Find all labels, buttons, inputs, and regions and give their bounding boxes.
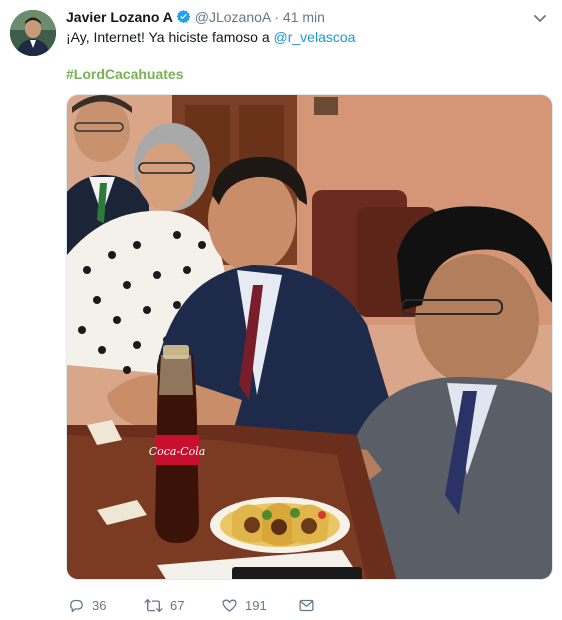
like-button[interactable]: 191 [221,595,267,615]
retweet-count: 67 [170,597,185,613]
retweet-icon [144,598,163,612]
avatar[interactable] [10,10,56,56]
direct-message-button[interactable] [298,595,322,615]
avatar-image [10,10,56,56]
tweet: Javier Lozano A @JLozanoA · 41 min ¡Ay, … [0,0,562,620]
retweet-button[interactable]: 67 [144,595,184,615]
hashtag-link[interactable]: #LordCacahuates [66,66,183,82]
like-icon [222,599,237,612]
tweet-text: ¡Ay, Internet! Ya hiciste famoso a @r_ve… [66,29,355,45]
author-name[interactable]: Javier Lozano A [66,9,173,25]
mention-link[interactable]: @r_velascoa [274,29,356,45]
tweet-photo[interactable]: Coca-Cola [66,94,553,580]
verified-badge-icon [176,9,191,27]
chevron-down-icon[interactable] [532,10,548,26]
reply-count: 36 [92,597,107,613]
tweet-timestamp[interactable]: 41 min [283,9,325,25]
bottle-label: Coca-Cola [149,445,206,458]
reply-icon [70,599,83,612]
tweet-header: Javier Lozano A @JLozanoA · 41 min [66,9,325,27]
tweet-text-body: ¡Ay, Internet! Ya hiciste famoso a [66,29,274,45]
header-separator: · [274,9,280,25]
photo-scene: Coca-Cola [67,95,552,579]
like-count: 191 [245,597,267,613]
author-handle[interactable]: @JLozanoA [195,9,271,25]
reply-button[interactable]: 36 [68,595,106,615]
direct-message-icon [299,599,314,611]
